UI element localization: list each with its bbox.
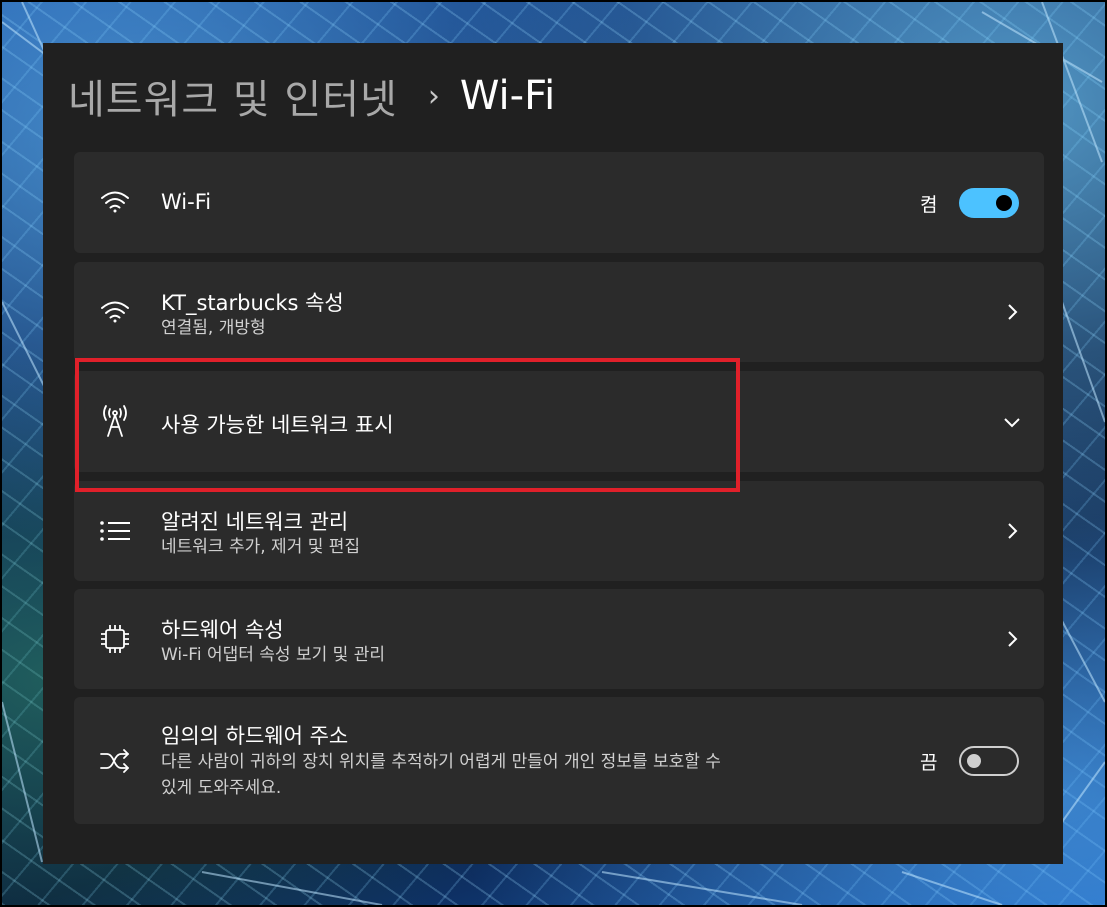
shuffle-icon bbox=[98, 744, 132, 778]
list-icon bbox=[98, 514, 132, 548]
chevron-right-icon bbox=[1000, 519, 1024, 543]
hardware-properties-subtitle: Wi-Fi 어댑터 속성 보기 및 관리 bbox=[161, 645, 385, 665]
hardware-properties-card[interactable]: 하드웨어 속성 Wi-Fi 어댑터 속성 보기 및 관리 bbox=[74, 589, 1044, 689]
network-properties-subtitle: 연결됨, 개방형 bbox=[161, 318, 266, 338]
random-hw-address-title: 임의의 하드웨어 주소 bbox=[161, 724, 349, 748]
wifi-icon bbox=[98, 185, 132, 219]
toggle-knob bbox=[967, 754, 981, 768]
network-properties-title: KT_starbucks 속성 bbox=[161, 291, 344, 315]
known-networks-title: 알려진 네트워크 관리 bbox=[161, 510, 349, 534]
random-hardware-address-card: 임의의 하드웨어 주소 다른 사람이 귀하의 장치 위치를 추적하기 어렵게 만… bbox=[74, 697, 1044, 824]
random-hw-toggle-switch[interactable] bbox=[959, 746, 1019, 776]
known-networks-card[interactable]: 알려진 네트워크 관리 네트워크 추가, 제거 및 편집 bbox=[74, 481, 1044, 581]
chip-icon bbox=[98, 622, 132, 656]
chevron-right-icon bbox=[1000, 627, 1024, 651]
chevron-right-icon bbox=[1000, 300, 1024, 324]
chevron-down-icon[interactable] bbox=[1000, 410, 1024, 434]
page-title: Wi-Fi bbox=[459, 73, 556, 119]
known-networks-subtitle: 네트워크 추가, 제거 및 편집 bbox=[161, 537, 361, 557]
breadcrumb: 네트워크 및 인터넷 › Wi-Fi bbox=[68, 69, 555, 123]
wifi-toggle-card: Wi-Fi 켬 bbox=[74, 152, 1044, 253]
random-hw-address-subtitle-line1: 다른 사람이 귀하의 장치 위치를 추적하기 어렵게 만들어 개인 정보를 보호… bbox=[161, 752, 721, 772]
random-hw-state-label: 끔 bbox=[920, 752, 938, 774]
wifi-toggle-switch[interactable] bbox=[959, 188, 1019, 218]
breadcrumb-parent-link[interactable]: 네트워크 및 인터넷 bbox=[68, 67, 398, 125]
wifi-icon bbox=[98, 295, 132, 329]
toggle-knob bbox=[996, 195, 1012, 211]
network-properties-card[interactable]: KT_starbucks 속성 연결됨, 개방형 bbox=[74, 262, 1044, 362]
wifi-state-label: 켬 bbox=[920, 194, 938, 216]
random-hw-address-subtitle-line2: 있게 도와주세요. bbox=[161, 778, 282, 798]
highlight-annotation-box bbox=[75, 358, 740, 492]
wifi-title: Wi-Fi bbox=[161, 190, 212, 214]
hardware-properties-title: 하드웨어 속성 bbox=[161, 618, 284, 642]
breadcrumb-separator: › bbox=[427, 78, 440, 114]
